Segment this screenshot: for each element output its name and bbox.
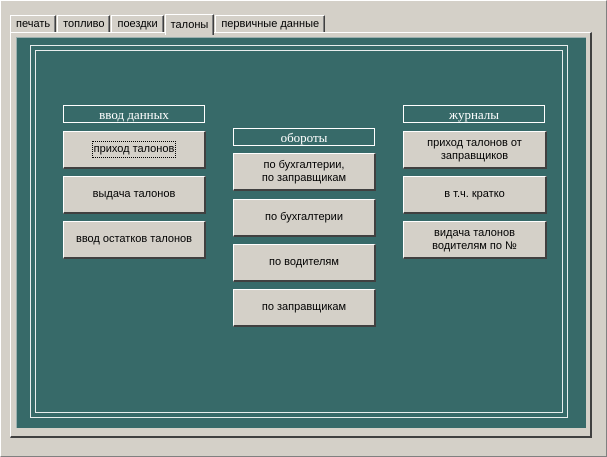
tab-strip: печать топливо поездки талоны первичные … [10, 13, 326, 35]
turnover-accounting-refuelers-label: по бухгалтерии, по заправщикам [261, 158, 347, 184]
section-title-journals: журналы [403, 105, 545, 123]
journal-brief-label: в т.ч. кратко [444, 188, 505, 200]
tab-fuel[interactable]: топливо [57, 15, 111, 33]
coupon-issue-button[interactable]: выдача талонов [63, 176, 206, 214]
coupon-receipt-label: приход талонов [91, 141, 177, 158]
journal-brief-button[interactable]: в т.ч. кратко [403, 176, 547, 214]
section-title-data-input: ввод данных [63, 105, 205, 123]
tab-primary-data[interactable]: первичные данные [215, 15, 326, 33]
tab-trips[interactable]: поездки [111, 15, 164, 33]
coupons-form: ввод данных приход талонов выдача талоно… [16, 37, 586, 428]
turnover-drivers-button[interactable]: по водителям [233, 244, 376, 282]
turnover-drivers-label: по водителям [269, 256, 339, 268]
journal-receipt-from-refuelers-button[interactable]: приход талонов от заправщиков [403, 131, 547, 169]
journal-receipt-from-refuelers-label: приход талонов от заправщиков [427, 136, 522, 162]
turnover-accounting-button[interactable]: по бухгалтерии [233, 199, 376, 237]
turnover-accounting-label: по бухгалтерии [265, 211, 343, 223]
journal-issue-to-drivers-button[interactable]: видача талонов водителям по № [403, 221, 547, 259]
tab-print[interactable]: печать [10, 15, 57, 33]
turnover-refuelers-button[interactable]: по заправщикам [233, 289, 376, 327]
coupon-balance-input-label: ввод остатков талонов [75, 233, 193, 245]
coupon-receipt-button[interactable]: приход талонов [63, 131, 206, 169]
turnover-accounting-refuelers-button[interactable]: по бухгалтерии, по заправщикам [233, 153, 376, 191]
turnover-refuelers-label: по заправщикам [261, 301, 347, 313]
coupon-issue-label: выдача талонов [92, 188, 176, 200]
section-title-turnover: обороты [233, 128, 375, 146]
coupon-balance-input-button[interactable]: ввод остатков талонов [63, 221, 206, 259]
journal-issue-to-drivers-label: видача талонов водителям по № [432, 226, 517, 252]
tab-coupons[interactable]: талоны [164, 14, 215, 35]
